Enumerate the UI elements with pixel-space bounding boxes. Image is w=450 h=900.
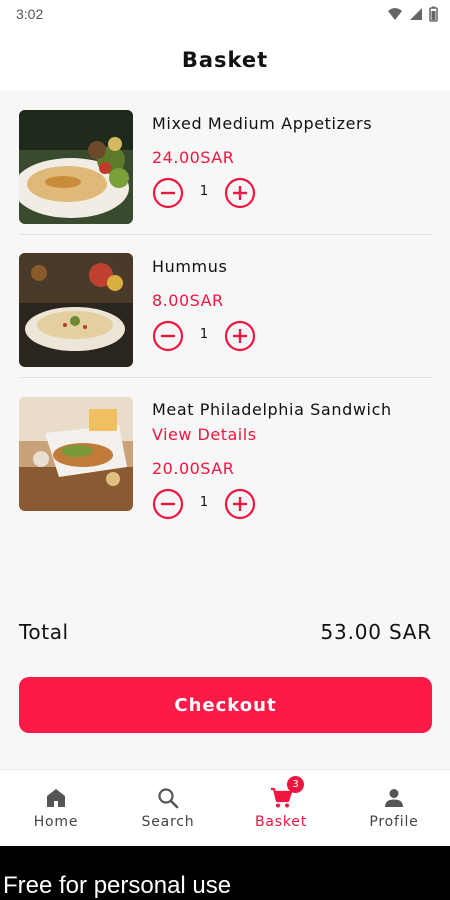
battery-icon: [429, 6, 438, 22]
food-photo-sandwich[interactable]: [19, 397, 133, 511]
nav-item-profile[interactable]: Profile: [338, 770, 450, 847]
nav-label: Profile: [369, 814, 419, 830]
search-icon: [158, 788, 179, 809]
quantity-stepper: 1: [152, 488, 262, 520]
item-price: 8.00SAR: [152, 291, 224, 310]
nav-label: Home: [33, 814, 79, 830]
status-bar: 3:02: [0, 0, 450, 30]
home-icon: [47, 789, 65, 807]
plus-icon[interactable]: [224, 488, 256, 520]
status-icons: [387, 6, 438, 22]
watermark-bar: Free for personal use: [0, 846, 450, 900]
basket-item: Meat Philadelphia Sandwich View Details …: [0, 378, 450, 521]
basket-item: Hummus 8.00SAR 1: [0, 235, 450, 378]
plus-icon[interactable]: [224, 177, 256, 209]
minus-icon[interactable]: [152, 320, 184, 352]
status-time: 3:02: [16, 6, 44, 22]
nav-label: Basket: [255, 814, 307, 830]
quantity-value: 1: [199, 495, 209, 510]
bottom-nav: Home Search 3 Basket Profile: [0, 769, 450, 846]
checkout-button[interactable]: Checkout: [19, 677, 432, 733]
view-details-link[interactable]: View Details: [152, 425, 257, 444]
watermark-text: Free for personal use: [3, 872, 232, 899]
header: Basket: [0, 30, 450, 90]
item-price: 20.00SAR: [152, 459, 235, 478]
total-value: 53.00 SAR: [320, 620, 432, 644]
item-name: Hummus: [152, 257, 228, 276]
food-photo-hummus[interactable]: [19, 253, 133, 367]
item-name: Mixed Medium Appetizers: [152, 114, 373, 133]
nav-label: Search: [141, 814, 195, 830]
minus-icon[interactable]: [152, 177, 184, 209]
item-price: 24.00SAR: [152, 148, 235, 167]
person-icon: [385, 789, 403, 807]
quantity-value: 1: [199, 327, 209, 342]
signal-icon: [410, 8, 422, 20]
basket-item: Mixed Medium Appetizers 24.00SAR 1: [0, 92, 450, 235]
total-row: Total 53.00 SAR: [19, 620, 432, 650]
nav-item-search[interactable]: Search: [112, 770, 224, 847]
quantity-value: 1: [199, 184, 209, 199]
item-name: Meat Philadelphia Sandwich: [152, 400, 392, 419]
quantity-stepper: 1: [152, 320, 262, 352]
food-photo-appetizers[interactable]: [19, 110, 133, 224]
wifi-icon: [388, 8, 402, 20]
cart-count-badge: 3: [287, 776, 304, 793]
nav-item-home[interactable]: Home: [0, 770, 112, 847]
page-title: Basket: [181, 48, 269, 72]
plus-icon[interactable]: [224, 320, 256, 352]
minus-icon[interactable]: [152, 488, 184, 520]
total-label: Total: [19, 620, 69, 644]
quantity-stepper: 1: [152, 177, 262, 209]
nav-item-basket[interactable]: 3 Basket: [225, 770, 337, 847]
